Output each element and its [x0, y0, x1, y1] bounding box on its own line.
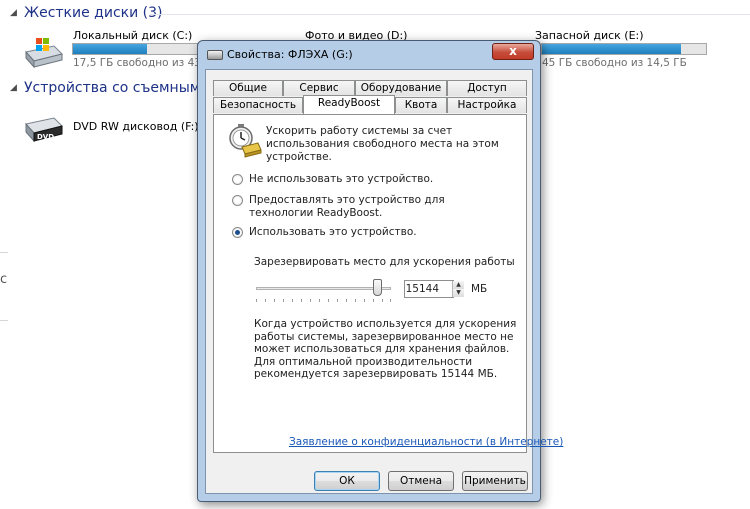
- radio-button[interactable]: [232, 174, 243, 185]
- usb-drive-icon: [207, 50, 223, 60]
- edge-divider: [0, 252, 8, 253]
- tab-sharing[interactable]: Доступ: [447, 80, 527, 96]
- spinner-up-icon[interactable]: ▲: [453, 281, 464, 289]
- radio-label: Не использовать это устройство.: [249, 173, 434, 185]
- edge-text: с: [0, 272, 8, 287]
- collapse-triangle-icon[interactable]: ◢: [10, 8, 24, 18]
- dialog-titlebar[interactable]: Свойства: ФЛЭХА (G:) x: [198, 41, 540, 69]
- readyboost-panel: Ускорить работу системы за счет использо…: [213, 114, 563, 453]
- radio-button[interactable]: [232, 195, 243, 206]
- apply-button[interactable]: Применить: [462, 471, 528, 491]
- drive-free-space: 45 ГБ свободно из 14,5 ГБ: [542, 57, 687, 69]
- tab-service[interactable]: Сервис: [283, 80, 355, 96]
- drive-usage-fill: [542, 44, 682, 54]
- tab-customize[interactable]: Настройка: [447, 97, 527, 113]
- readyboost-intro: Ускорить работу системы за счет использо…: [266, 125, 499, 163]
- drive-usage-bar: [72, 43, 198, 55]
- radio-use-device[interactable]: Использовать это устройство.: [232, 226, 499, 239]
- description-text: Когда устройство используется для ускоре…: [254, 318, 517, 355]
- radio-do-not-use[interactable]: Не использовать это устройство.: [232, 173, 499, 186]
- reserve-spinner[interactable]: ▲ ▼: [452, 281, 464, 297]
- dvd-label: DVD: [37, 133, 54, 141]
- spinner-down-icon[interactable]: ▼: [453, 289, 464, 297]
- reserve-unit: МБ: [471, 283, 488, 295]
- readyboost-icon: [229, 124, 262, 158]
- tab-hardware[interactable]: Оборудование: [355, 80, 447, 96]
- ok-button[interactable]: ОК: [314, 471, 380, 491]
- readyboost-description: Когда устройство используется для ускоре…: [254, 318, 524, 381]
- group-divider: [150, 14, 750, 15]
- drive-usage-bar: [541, 43, 707, 55]
- tab-quota[interactable]: Квота: [395, 97, 447, 113]
- drive-usage-fill: [73, 44, 148, 54]
- cancel-button[interactable]: Отмена: [388, 471, 454, 491]
- dialog-client: Общие Сервис Оборудование Доступ Безопас…: [205, 69, 563, 494]
- reserve-label: Зарезервировать место для ускорения рабо…: [254, 256, 515, 268]
- tab-general[interactable]: Общие: [213, 80, 283, 96]
- privacy-statement-link[interactable]: Заявление о конфиденциальности (в Интерн…: [289, 436, 563, 448]
- group-header-removable[interactable]: ◢ Устройства со съемными н: [10, 78, 223, 98]
- properties-dialog: Свойства: ФЛЭХА (G:) x Общие Сервис Обор…: [197, 40, 563, 502]
- drive-name: Запасной диск (E:): [535, 29, 644, 42]
- hard-drive-icon: [25, 38, 63, 69]
- dvd-drive-icon: DVD: [25, 117, 63, 143]
- recommendation-text: Для оптимальной производительности реком…: [254, 355, 498, 381]
- tab-security[interactable]: Безопасность: [213, 97, 303, 113]
- edge-divider: [0, 320, 8, 321]
- drive-name: Локальный диск (C:): [73, 29, 193, 42]
- group-title: Жесткие диски (3): [24, 5, 163, 21]
- drive-name: DVD RW дисковод (F:): [73, 120, 199, 133]
- radio-button[interactable]: [232, 227, 243, 238]
- dialog-title: Свойства: ФЛЭХА (G:): [227, 48, 353, 61]
- close-icon: x: [509, 44, 517, 58]
- close-button[interactable]: x: [492, 43, 534, 60]
- group-title: Устройства со съемными н: [24, 80, 224, 96]
- reserve-size-input[interactable]: 15144: [404, 280, 454, 298]
- radio-label: Предоставлять это устройство для техноло…: [249, 194, 445, 219]
- radio-dedicate-readyboost[interactable]: Предоставлять это устройство для техноло…: [232, 194, 481, 220]
- slider-ticks: [256, 299, 391, 302]
- radio-label: Использовать это устройство.: [249, 226, 417, 238]
- drive-free-space: 17,5 ГБ свободно из 43,9: [73, 57, 211, 69]
- reserve-slider-thumb[interactable]: [373, 279, 383, 296]
- reserve-slider-track[interactable]: [256, 287, 391, 290]
- tab-readyboost[interactable]: ReadyBoost: [303, 95, 395, 114]
- collapse-triangle-icon[interactable]: ◢: [10, 83, 24, 93]
- group-header-hard-disks[interactable]: ◢ Жесткие диски (3): [10, 3, 162, 23]
